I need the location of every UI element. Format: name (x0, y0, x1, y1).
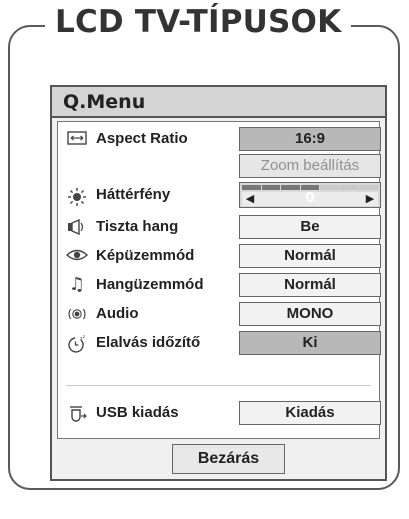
close-button[interactable]: Bezárás (172, 444, 285, 474)
usb-eject-button[interactable]: Kiadás (239, 401, 381, 425)
picture-mode-value[interactable]: Normál (239, 244, 381, 268)
sleep-timer-label: Elalvás időzítő (96, 334, 201, 351)
backlight-level-bar (242, 185, 379, 190)
clear-voice-value[interactable]: Be (239, 215, 381, 239)
q-menu-title: Q.Menu (52, 87, 385, 118)
aspect-ratio-icon (66, 128, 88, 150)
audio-value[interactable]: MONO (239, 302, 381, 326)
clear-voice-icon (66, 216, 88, 238)
aspect-ratio-label: Aspect Ratio (96, 130, 188, 147)
menu-item-usb-eject[interactable]: USB kiadás Kiadás (58, 400, 381, 426)
backlight-slider[interactable]: ◀ 0 ▶ (239, 182, 381, 208)
menu-item-audio[interactable]: Audio MONO (58, 301, 381, 327)
aspect-ratio-value[interactable]: 16:9 (239, 127, 381, 151)
backlight-label: Háttérfény (96, 186, 171, 203)
sleep-timer-value[interactable]: Ki (239, 331, 381, 355)
backlight-value: 0 (305, 191, 315, 206)
menu-item-backlight[interactable]: Háttérfény ◀ 0 ▶ (58, 182, 381, 208)
menu-list: Aspect Ratio 16:9 Zoom beállítás Háttérf… (57, 121, 381, 439)
arrow-right-icon[interactable]: ▶ (364, 192, 376, 206)
q-menu-panel: Q.Menu Aspect Ratio 16:9 Zoom beállítás … (50, 85, 387, 481)
sound-mode-value[interactable]: Normál (239, 273, 381, 297)
zoom-setting-button[interactable]: Zoom beállítás (239, 154, 381, 178)
menu-item-aspect-ratio[interactable]: Aspect Ratio 16:9 (58, 126, 381, 152)
menu-item-sound-mode[interactable]: ♫ Hangüzemmód Normál (58, 272, 381, 298)
usb-eject-icon (66, 402, 88, 424)
svg-text:z: z (83, 335, 85, 339)
clear-voice-label: Tiszta hang (96, 218, 179, 235)
menu-item-sleep-timer[interactable]: zz Elalvás időzítő Ki (58, 330, 381, 356)
page-heading: LCD TV-TÍPUSOK (45, 2, 352, 42)
menu-item-picture-mode[interactable]: Képüzemmód Normál (58, 243, 381, 269)
backlight-icon (66, 184, 88, 206)
audio-label: Audio (96, 305, 139, 322)
picture-mode-label: Képüzemmód (96, 247, 195, 264)
audio-icon (66, 303, 88, 325)
sound-mode-icon: ♫ (68, 274, 86, 295)
menu-divider (66, 385, 371, 386)
menu-item-clear-voice[interactable]: Tiszta hang Be (58, 214, 381, 240)
picture-mode-icon (66, 245, 88, 267)
sleep-timer-icon: zz (66, 332, 88, 354)
sound-mode-label: Hangüzemmód (96, 276, 204, 293)
usb-eject-label: USB kiadás (96, 404, 179, 421)
menu-item-zoom-setting[interactable]: Zoom beállítás (58, 153, 381, 179)
